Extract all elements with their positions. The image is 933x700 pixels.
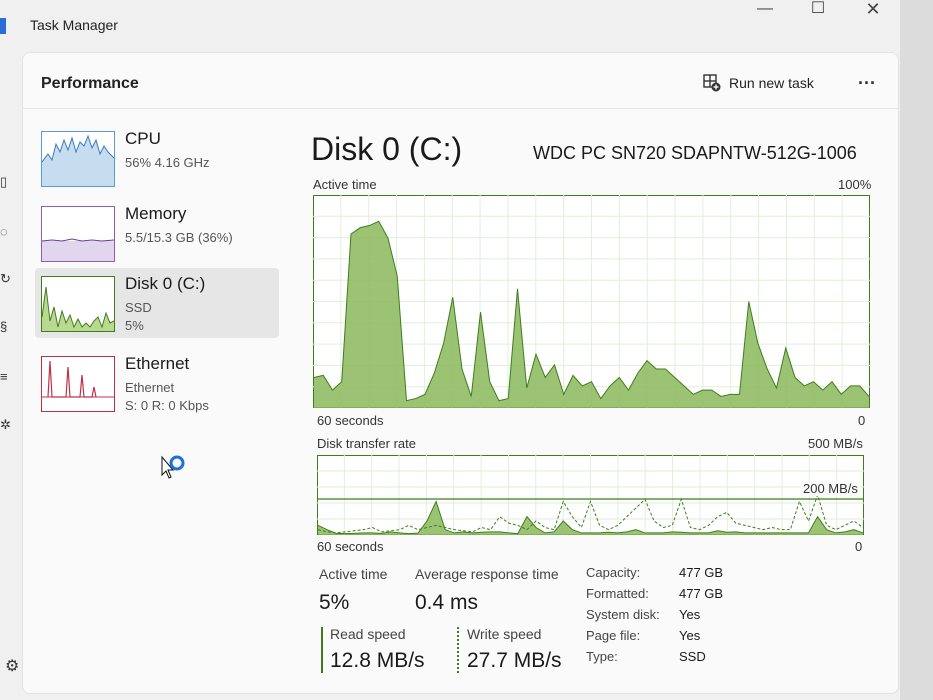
ethernet-thumbnail (41, 356, 115, 412)
device-name: Ethernet (125, 354, 190, 373)
formatted-value: 477 GB (679, 586, 724, 601)
page-file-label: Page file: (586, 628, 641, 643)
chart1-x-end-label: 0 (858, 413, 866, 428)
page-title: Performance (41, 75, 139, 92)
device-name: CPU (125, 129, 161, 148)
chart2-x-start-label: 60 seconds (317, 539, 384, 554)
transfer-rate-chart-label: Disk transfer rate (317, 436, 416, 451)
active-time-chart (313, 195, 870, 408)
active-time-chart-label: Active time (313, 177, 377, 192)
device-name: Disk 0 (C:) (125, 274, 206, 293)
app-history-icon[interactable]: ↻ (0, 272, 14, 286)
active-time-label: Active time (319, 566, 388, 582)
avg-response-label: Average response time (415, 566, 559, 582)
task-manager-window: Task Manager — ☐ ✕ ▯ ◌ ↻ § ≡ ✲ ⚙ Perform… (0, 0, 900, 700)
maximize-button[interactable]: ☐ (795, 0, 841, 22)
transfer-rate-max-label: 500 MB/s (808, 436, 863, 451)
system-disk-value: Yes (679, 607, 701, 622)
startup-apps-icon[interactable]: § (0, 320, 14, 334)
capacity-label: Capacity: (586, 565, 641, 580)
header-divider (23, 108, 898, 109)
device-stat: 56% 4.16 GHz (125, 155, 210, 170)
performance-icon[interactable]: ◌ (0, 225, 14, 239)
device-cpu[interactable]: CPU 56% 4.16 GHz (35, 123, 279, 193)
minimize-button[interactable]: — (742, 0, 788, 22)
read-speed-value: 12.8 MB/s (330, 649, 425, 672)
close-button[interactable]: ✕ (850, 0, 896, 22)
type-value: SSD (679, 649, 706, 664)
transfer-rate-mid-label: 200 MB/s (801, 481, 860, 496)
processes-icon[interactable]: ▯ (0, 175, 14, 189)
chart2-x-end-label: 0 (855, 539, 863, 554)
device-type: SSD (125, 300, 152, 315)
device-disk0[interactable]: Disk 0 (C:) SSD 5% (35, 268, 279, 338)
page-file-value: Yes (679, 628, 701, 643)
write-speed-marker (457, 627, 459, 673)
disk-thumbnail (41, 276, 115, 332)
disk-title: Disk 0 (C:) (311, 131, 463, 167)
type-label: Type: (586, 649, 618, 664)
title-bar: Task Manager — ☐ ✕ (0, 0, 900, 50)
transfer-rate-chart (317, 455, 864, 535)
users-icon[interactable]: ≡ (0, 370, 14, 384)
capacity-value: 477 GB (679, 565, 724, 580)
window-title: Task Manager (30, 17, 118, 33)
system-disk-label: System disk: (586, 607, 660, 622)
device-type: Ethernet (125, 380, 175, 395)
active-time-value: 5% (319, 591, 350, 614)
device-ethernet[interactable]: Ethernet Ethernet S: 0 R: 0 Kbps (35, 348, 279, 418)
settings-gear-icon[interactable]: ⚙ (5, 656, 19, 676)
device-stat: 5.5/15.3 GB (36%) (125, 230, 233, 245)
active-time-max-label: 100% (838, 177, 872, 192)
formatted-label: Formatted: (586, 586, 649, 601)
run-new-task-label: Run new task (729, 75, 814, 91)
chart1-x-start-label: 60 seconds (317, 413, 384, 428)
more-options-button[interactable]: ... (858, 68, 876, 89)
cpu-thumbnail (41, 131, 115, 187)
device-stat: 5% (125, 318, 144, 333)
disk-model: WDC PC SN720 SDAPNTW-512G-1006 (533, 143, 857, 163)
read-speed-marker (321, 627, 323, 673)
run-new-task-icon (703, 74, 721, 92)
write-speed-label: Write speed (467, 626, 542, 642)
services-icon[interactable]: ✲ (0, 418, 14, 432)
performance-panel: Performance Run new task ... CPU 56% 4.1… (22, 52, 899, 694)
read-speed-label: Read speed (330, 626, 406, 642)
avg-response-value: 0.4 ms (415, 591, 479, 614)
device-stat: S: 0 R: 0 Kbps (125, 398, 209, 413)
run-new-task-button[interactable]: Run new task (703, 71, 814, 95)
device-memory[interactable]: Memory 5.5/15.3 GB (36%) (35, 198, 279, 268)
nav-rail: ▯ ◌ ↻ § ≡ ✲ (0, 50, 22, 700)
app-icon (0, 18, 6, 34)
memory-thumbnail (41, 206, 115, 262)
write-speed-value: 27.7 MB/s (467, 649, 562, 672)
mouse-cursor-busy-icon (161, 455, 185, 479)
device-name: Memory (125, 204, 187, 223)
